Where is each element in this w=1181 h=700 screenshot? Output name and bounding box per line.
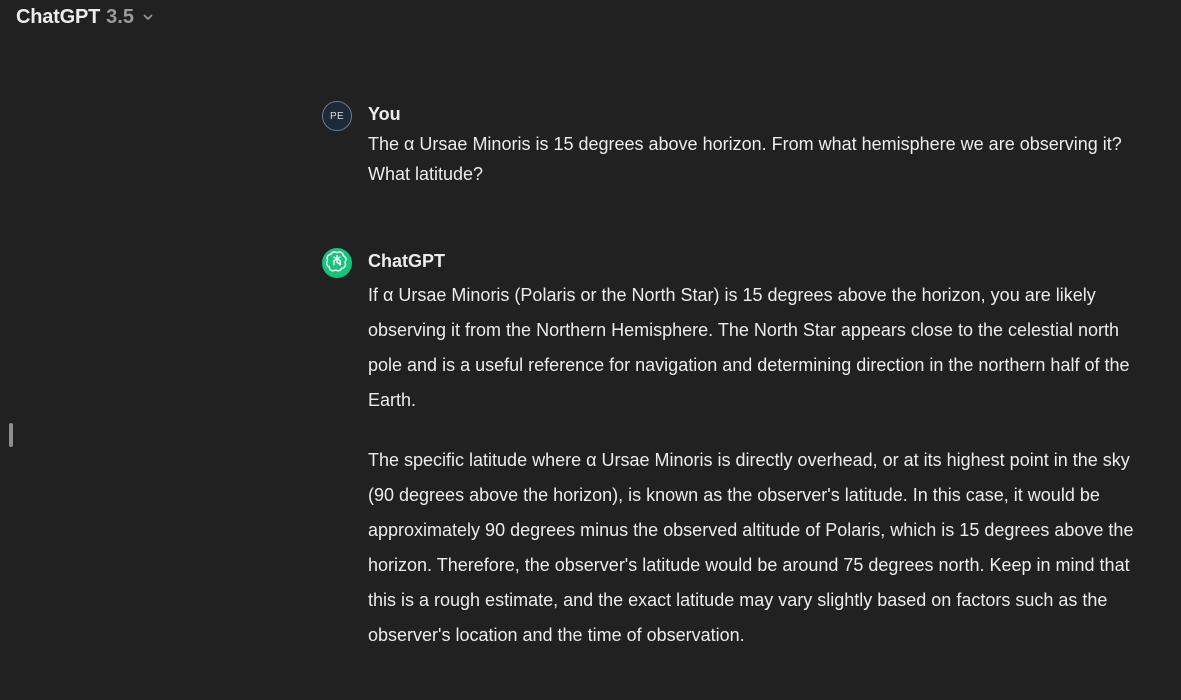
user-message: PE You The α Ursae Minoris is 15 degrees…: [322, 101, 1142, 189]
assistant-message-text: If α Ursae Minoris (Polaris or the North…: [368, 278, 1142, 653]
chevron-down-icon: [142, 10, 154, 28]
user-avatar-initials: PE: [330, 110, 344, 122]
sidebar-toggle-handle[interactable]: [9, 423, 13, 447]
assistant-author-label: ChatGPT: [368, 251, 446, 271]
openai-logo-icon: [325, 250, 348, 277]
assistant-avatar: [322, 248, 352, 278]
model-selector[interactable]: ChatGPT 3.5: [16, 6, 154, 29]
model-version: 3.5: [106, 6, 134, 28]
user-message-text: The α Ursae Minoris is 15 degrees above …: [368, 134, 1122, 184]
assistant-paragraph-1: If α Ursae Minoris (Polaris or the North…: [368, 285, 1130, 410]
user-avatar[interactable]: PE: [322, 101, 352, 131]
assistant-message: ChatGPT If α Ursae Minoris (Polaris or t…: [322, 248, 1142, 653]
assistant-paragraph-2: The specific latitude where α Ursae Mino…: [368, 450, 1134, 645]
model-name: ChatGPT: [16, 6, 101, 28]
user-author-label: You: [368, 104, 401, 124]
